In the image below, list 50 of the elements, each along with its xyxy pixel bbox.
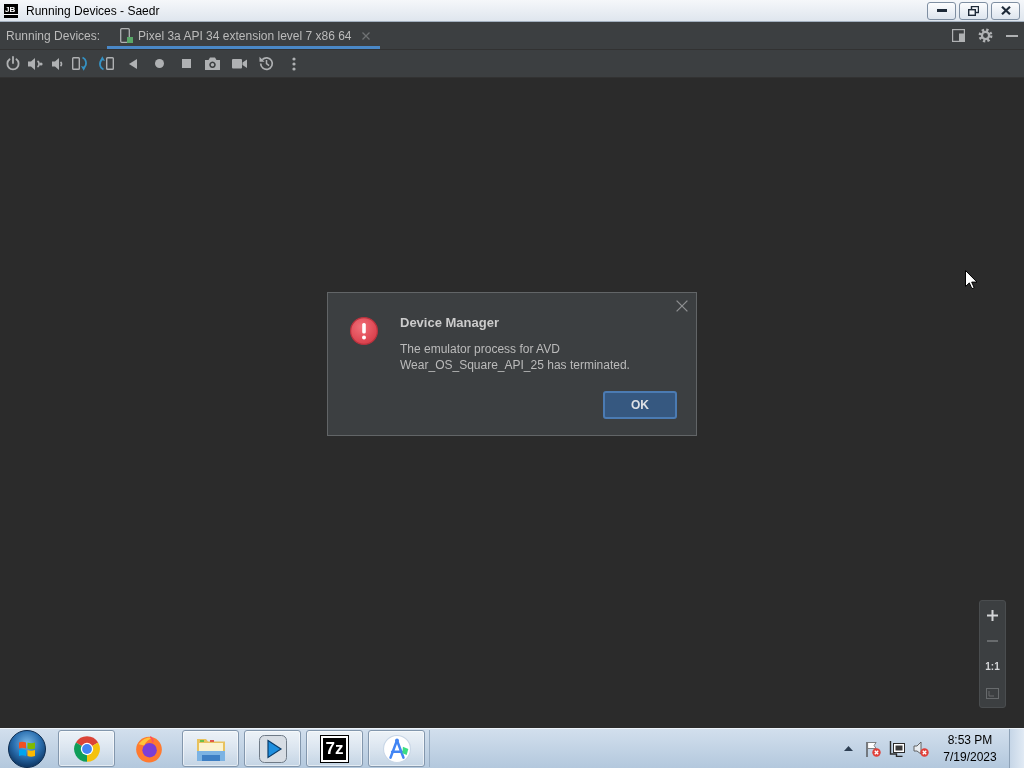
ok-button[interactable]: OK — [603, 391, 677, 419]
start-orb-icon[interactable] — [8, 729, 46, 768]
rotate-left-icon[interactable] — [72, 56, 88, 71]
minimize-button[interactable] — [927, 1, 956, 20]
taskbar-button[interactable] — [182, 730, 239, 767]
restore-button[interactable] — [959, 1, 988, 20]
taskbar-button[interactable] — [58, 730, 115, 767]
chrome-icon — [72, 734, 101, 763]
dialog-title: Device Manager — [400, 315, 500, 331]
plus-icon[interactable] — [987, 609, 998, 621]
firefox-icon — [134, 734, 163, 763]
restore-icon — [968, 5, 979, 16]
close-button[interactable] — [991, 1, 1020, 20]
device-icon — [120, 28, 134, 43]
history-icon[interactable] — [258, 56, 274, 71]
clock-date: 7/19/2023 — [943, 748, 997, 766]
more-icon[interactable] — [292, 56, 296, 71]
volume-down-icon[interactable] — [51, 56, 63, 71]
volume-up-icon[interactable] — [27, 56, 43, 71]
window-title: Running Devices - Saedr — [26, 3, 160, 18]
speaker-muted-icon[interactable] — [913, 740, 929, 757]
mouse-cursor-icon — [965, 270, 977, 289]
video-camera-icon[interactable] — [231, 58, 247, 69]
camera-icon[interactable] — [204, 57, 220, 70]
rotate-right-icon[interactable] — [98, 56, 114, 71]
minimize-icon — [936, 9, 947, 12]
app-logo: JB — [4, 3, 18, 18]
taskbar-button[interactable] — [368, 730, 425, 767]
taskbar-button[interactable] — [244, 730, 301, 767]
network-icon[interactable] — [889, 740, 905, 757]
power-icon[interactable] — [6, 56, 20, 71]
minimize-icon[interactable] — [1006, 34, 1018, 37]
flag-error-icon[interactable] — [865, 740, 881, 757]
actual-size-button[interactable]: 1:1 — [985, 661, 1000, 673]
close-icon[interactable] — [676, 300, 688, 312]
play-icon — [258, 734, 287, 763]
settings-icon[interactable] — [978, 28, 993, 43]
clock-time: 8:53 PM — [947, 731, 993, 749]
home-icon[interactable] — [154, 59, 164, 68]
close-icon — [1000, 6, 1011, 15]
window-layout-icon[interactable] — [952, 29, 965, 42]
back-icon[interactable] — [129, 58, 137, 69]
up-arrow-icon[interactable] — [844, 746, 853, 751]
error-icon — [350, 317, 378, 345]
taskbar-button[interactable]: 7z — [306, 730, 363, 767]
compass-icon — [382, 734, 411, 763]
tool-window-label: Running Devices: — [5, 27, 101, 45]
app-logo: 7z — [320, 735, 349, 762]
dialog-message: The emulator process for AVD Wear_OS_Square_API_25 has terminated. — [400, 341, 631, 373]
overview-icon[interactable] — [181, 59, 191, 68]
